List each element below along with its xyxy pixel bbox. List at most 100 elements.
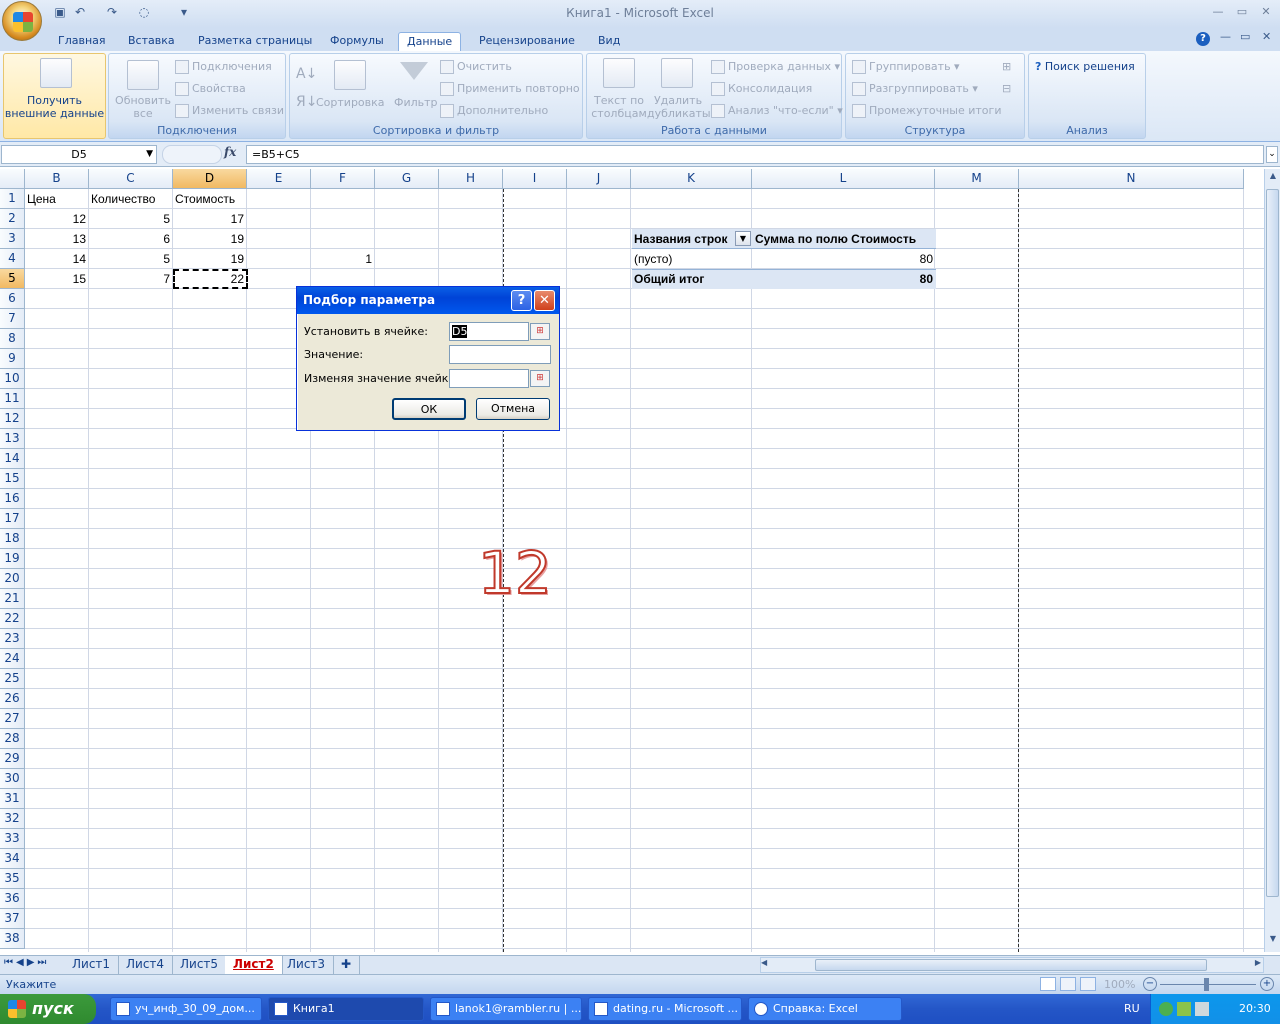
column-header-m[interactable]: M (935, 169, 1019, 189)
row-header-6[interactable]: 6 (0, 289, 25, 309)
insert-function-icon[interactable]: fx (224, 145, 244, 164)
row-header-14[interactable]: 14 (0, 449, 25, 469)
row-header-30[interactable]: 30 (0, 769, 25, 789)
subtotal-button[interactable]: Промежуточные итоги (852, 104, 1001, 118)
pivot-row-labels-header[interactable]: Названия строк (632, 229, 730, 249)
sheet-nav-icons[interactable]: ⏮◀▶⏭ (4, 957, 49, 968)
scroll-right-icon[interactable]: ▶ (1255, 958, 1261, 967)
sheet-tab-4[interactable]: Лист4 (118, 956, 174, 974)
row-header-34[interactable]: 34 (0, 849, 25, 869)
taskbar-item-help[interactable]: Справка: Excel (748, 997, 902, 1021)
column-header-e[interactable]: E (247, 169, 311, 189)
row-header-4[interactable]: 4 (0, 249, 25, 269)
sheet-tab-2[interactable]: Лист2 (225, 956, 283, 974)
taskbar-item-dating[interactable]: dating.ru - Microsoft ... (588, 997, 742, 1021)
set-cell-picker-icon[interactable]: ⊞ (530, 323, 550, 340)
worksheet-grid[interactable]: BCDEFGHIJKLMN 1 2 3 4 5 6 7 8 9 10 11 12 13 14 15 16 17 1… (0, 169, 1264, 952)
tab-formulas[interactable]: Формулы (322, 32, 392, 52)
connections-button[interactable]: Подключения (175, 60, 272, 74)
row-header-18[interactable]: 18 (0, 529, 25, 549)
cancel-button[interactable]: Отмена (476, 398, 550, 420)
get-external-data-button[interactable]: Получить внешние данные (3, 53, 106, 139)
data-validation-button[interactable]: Проверка данных ▾ (711, 60, 840, 74)
name-box[interactable]: D5 ▼ (1, 145, 157, 164)
edit-links-button[interactable]: Изменить связи (175, 104, 284, 118)
cell-d1[interactable]: Стоимость (173, 189, 237, 209)
minimize-icon[interactable]: — (1208, 5, 1228, 21)
changing-cell-picker-icon[interactable]: ⊞ (530, 370, 550, 387)
ok-button[interactable]: ОК (392, 398, 466, 420)
row-header-20[interactable]: 20 (0, 569, 25, 589)
select-all-button[interactable] (0, 169, 25, 189)
cell-b1[interactable]: Цена (25, 189, 58, 209)
tray-volume-icon[interactable] (1195, 1002, 1209, 1016)
row-header-19[interactable]: 19 (0, 549, 25, 569)
close-icon[interactable]: ✕ (1256, 5, 1276, 21)
solver-button[interactable]: ? Поиск решения (1035, 60, 1135, 73)
column-header-g[interactable]: G (375, 169, 439, 189)
filter-button[interactable]: Фильтр (394, 96, 438, 109)
office-button[interactable] (2, 1, 42, 41)
undo-icon[interactable]: ↶ (72, 5, 88, 21)
tab-page-layout[interactable]: Разметка страницы (190, 32, 320, 52)
group-button[interactable]: Группировать ▾ (852, 60, 960, 74)
column-header-h[interactable]: H (439, 169, 503, 189)
row-header-35[interactable]: 35 (0, 869, 25, 889)
hide-detail-icon[interactable]: ⊟ (1002, 82, 1011, 95)
reapply-button[interactable]: Применить повторно (440, 82, 580, 96)
column-header-d[interactable]: D (173, 169, 247, 189)
show-detail-icon[interactable]: ⊞ (1002, 60, 1011, 73)
cell-c1[interactable]: Количество (89, 189, 157, 209)
horizontal-scroll-thumb[interactable] (815, 959, 1207, 971)
advanced-button[interactable]: Дополнительно (440, 104, 548, 118)
cell-c4[interactable]: 5 (89, 249, 172, 269)
taskbar-item-excel[interactable]: Книга1 (268, 997, 424, 1021)
row-header-1[interactable]: 1 (0, 189, 25, 209)
column-header-l[interactable]: L (752, 169, 935, 189)
pivot-empty-value[interactable]: 80 (753, 249, 935, 269)
pivot-filter-dropdown-icon[interactable]: ▼ (735, 231, 751, 246)
page-break-view-icon[interactable] (1080, 977, 1096, 991)
row-header-24[interactable]: 24 (0, 649, 25, 669)
column-header-j[interactable]: J (567, 169, 631, 189)
what-if-button[interactable]: Анализ "что-если" ▾ (711, 104, 843, 118)
redo-icon[interactable]: ↷ (104, 5, 120, 21)
set-cell-input[interactable]: D5 (449, 322, 529, 341)
taskbar-item-mail[interactable]: lanok1@rambler.ru | ... (430, 997, 582, 1021)
dialog-close-icon[interactable]: ✕ (534, 290, 555, 311)
expand-formula-icon[interactable]: ⌄ (1266, 146, 1278, 163)
row-header-28[interactable]: 28 (0, 729, 25, 749)
row-header-27[interactable]: 27 (0, 709, 25, 729)
doc-minimize-icon[interactable]: — (1220, 30, 1231, 43)
pivot-sum-header[interactable]: Сумма по полю Стоимость (753, 229, 918, 249)
dialog-help-icon[interactable]: ? (511, 290, 532, 311)
vertical-scroll-thumb[interactable] (1266, 189, 1279, 897)
cell-d4[interactable]: 19 (173, 249, 246, 269)
zoom-out-icon[interactable]: − (1143, 977, 1157, 991)
row-header-23[interactable]: 23 (0, 629, 25, 649)
formula-resize-handle[interactable] (162, 145, 222, 164)
qat-dropdown-icon[interactable]: ▾ (176, 5, 192, 21)
tab-data[interactable]: Данные (398, 32, 462, 52)
row-header-15[interactable]: 15 (0, 469, 25, 489)
tray-app-icon[interactable] (1177, 1002, 1191, 1016)
column-header-k[interactable]: K (631, 169, 752, 189)
to-value-input[interactable] (449, 345, 551, 364)
row-header-5[interactable]: 5 (0, 269, 25, 289)
properties-button[interactable]: Свойства (175, 82, 246, 96)
scroll-up-icon[interactable]: ▲ (1267, 171, 1279, 185)
maximize-icon[interactable]: ▭ (1232, 5, 1252, 21)
remove-duplicates-button[interactable]: Удалить дубликаты (647, 94, 711, 120)
cell-d2[interactable]: 17 (173, 209, 246, 229)
cell-c2[interactable]: 5 (89, 209, 172, 229)
row-header-13[interactable]: 13 (0, 429, 25, 449)
row-header-12[interactable]: 12 (0, 409, 25, 429)
insert-sheet-icon[interactable]: ✚ (333, 956, 361, 974)
row-header-26[interactable]: 26 (0, 689, 25, 709)
row-header-3[interactable]: 3 (0, 229, 25, 249)
doc-restore-icon[interactable]: ▭ (1240, 30, 1250, 43)
sort-az-icon[interactable]: A↓ (296, 66, 317, 82)
page-layout-view-icon[interactable] (1060, 977, 1076, 991)
taskbar-item-word[interactable]: уч_инф_30_09_дом... (110, 997, 262, 1021)
normal-view-icon[interactable] (1040, 977, 1056, 991)
